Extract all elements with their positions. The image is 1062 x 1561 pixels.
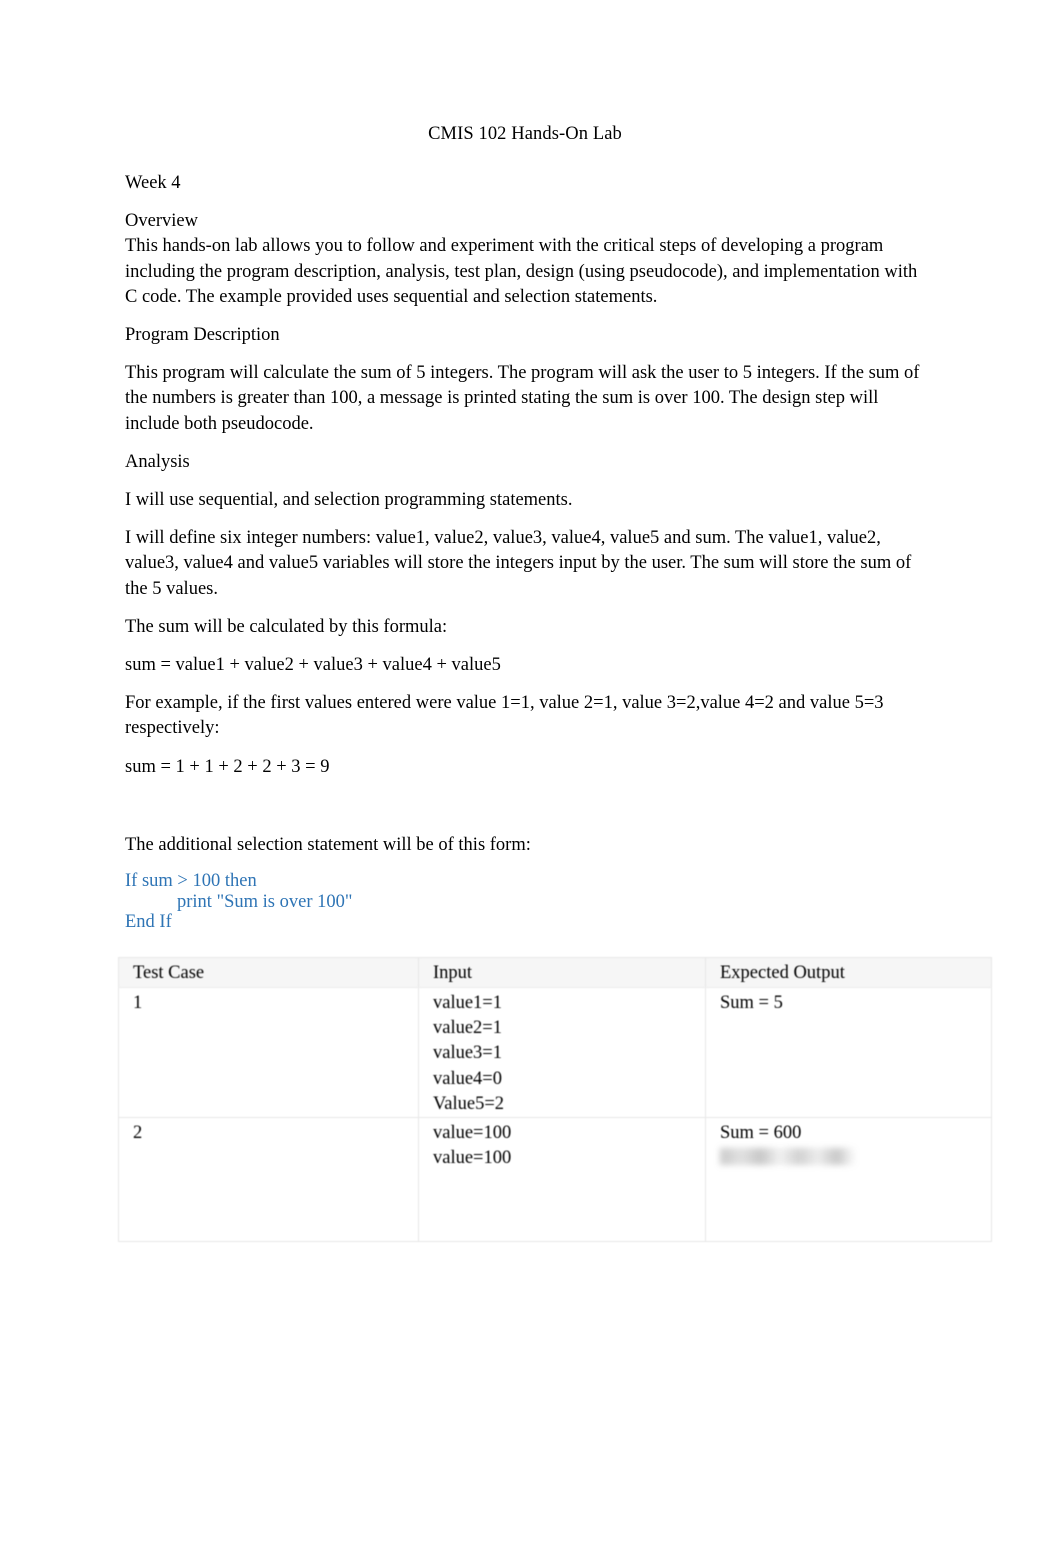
expected-output-line: Sum = 600 bbox=[720, 1123, 802, 1144]
input-line: value=100 bbox=[433, 1148, 512, 1169]
document-body: CMIS 102 Hands-On Lab Week 4 Overview Th… bbox=[125, 122, 925, 1049]
column-header-expected-output: Expected Output bbox=[705, 957, 992, 988]
input-line: value4=0 bbox=[433, 1068, 502, 1089]
test-plan-table: Test Case Input Expected Output 1 value1… bbox=[118, 957, 992, 1243]
table-row: 2 value=100 value=100 Sum = 600 bbox=[118, 1117, 992, 1243]
program-description-heading: Program Description bbox=[125, 325, 280, 346]
week-label: Week 4 bbox=[125, 173, 181, 193]
column-header-test-case: Test Case bbox=[118, 957, 419, 988]
analysis-formula: sum = value1 + value2 + value3 + value4 … bbox=[125, 655, 501, 676]
overview-body: This hands-on lab allows you to follow a… bbox=[125, 236, 918, 307]
selection-intro: The additional selection statement will … bbox=[125, 834, 531, 855]
column-header-input: Input bbox=[418, 957, 706, 988]
analysis-heading: Analysis bbox=[125, 451, 190, 472]
redacted-text-block bbox=[720, 1148, 856, 1166]
overview-heading: Overview bbox=[125, 211, 198, 232]
program-description-body: This program will calculate the sum of 5… bbox=[125, 363, 920, 434]
cell-test-case: 2 bbox=[118, 1117, 419, 1243]
analysis-line-5: For example, if the first values entered… bbox=[125, 693, 884, 739]
pseudocode-line-1: If sum > 100 then bbox=[125, 871, 257, 892]
table-row: 1 value1=1 value2=1 value3=1 value4=0 Va… bbox=[118, 986, 992, 1119]
pseudocode-line-3: End If bbox=[125, 912, 172, 933]
analysis-line-2: I will define six integer numbers: value… bbox=[125, 528, 912, 599]
spacer-before-selection bbox=[125, 793, 925, 833]
input-line: value=100 bbox=[433, 1123, 512, 1144]
pseudocode-block: If sum > 100 then print "Sum is over 100… bbox=[125, 871, 925, 933]
analysis-line-1: I will use sequential, and selection pro… bbox=[125, 490, 573, 511]
pseudocode-line-2: print "Sum is over 100" bbox=[177, 891, 353, 912]
cell-input: value=100 value=100 bbox=[418, 1117, 706, 1243]
cell-input: value1=1 value2=1 value3=1 value4=0 Valu… bbox=[418, 986, 706, 1119]
analysis-line-6: sum = 1 + 1 + 2 + 2 + 3 = 9 bbox=[125, 756, 330, 777]
input-line: value1=1 bbox=[433, 993, 502, 1013]
input-line: Value5=2 bbox=[433, 1093, 505, 1114]
expected-output-line: Sum = 5 bbox=[720, 993, 783, 1013]
table-header-row: Test Case Input Expected Output bbox=[118, 957, 992, 988]
input-line: value2=1 bbox=[433, 1018, 502, 1039]
cell-expected-output: Sum = 5 bbox=[705, 986, 992, 1119]
analysis-line-3: The sum will be calculated by this formu… bbox=[125, 616, 448, 637]
document-title: CMIS 102 Hands-On Lab bbox=[428, 124, 622, 144]
cell-expected-output: Sum = 600 bbox=[705, 1117, 992, 1243]
document-page: CMIS 102 Hands-On Lab Week 4 Overview Th… bbox=[0, 0, 1062, 1561]
input-line: value3=1 bbox=[433, 1043, 502, 1064]
cell-test-case: 1 bbox=[118, 986, 419, 1119]
